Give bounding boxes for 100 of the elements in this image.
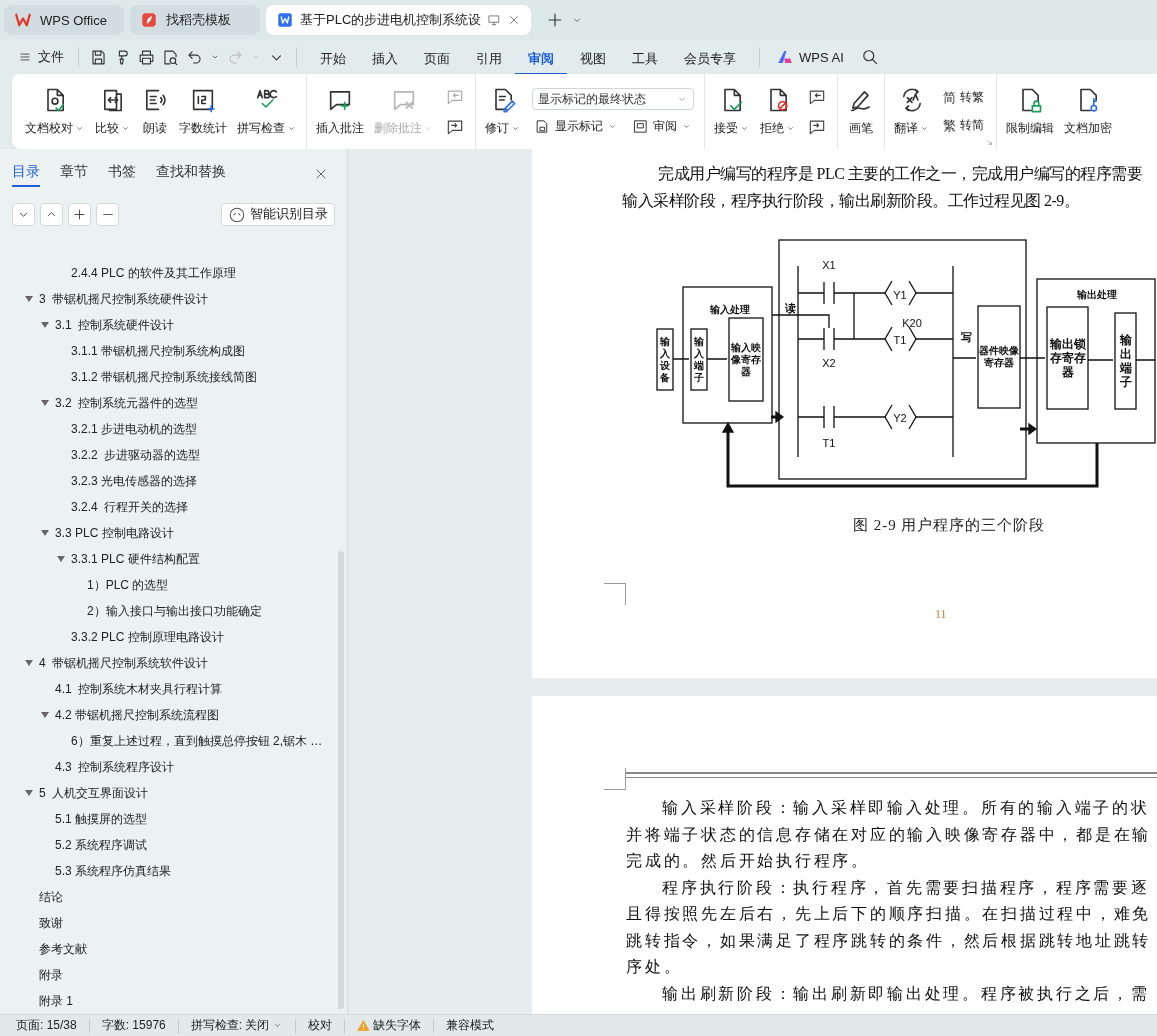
document-tab[interactable]: WPS Office	[4, 5, 124, 35]
status-item[interactable]: 校对	[308, 1017, 333, 1034]
expand-triangle-icon[interactable]	[56, 554, 66, 564]
monitor-icon[interactable]	[487, 13, 502, 27]
expand-triangle-icon[interactable]	[40, 398, 50, 408]
outline-item[interactable]: 3.2 控制系统元器件的选型	[0, 390, 347, 416]
expand-triangle-icon[interactable]	[24, 788, 34, 798]
ribbon-tab[interactable]: 视图	[567, 43, 619, 75]
ribbon-tab[interactable]: 插入	[359, 43, 411, 75]
pane-tab[interactable]: 章节	[60, 160, 88, 187]
outline-item[interactable]: 3.2.4 行程开关的选择	[0, 494, 347, 520]
toolbar-button[interactable]: 翻译	[891, 82, 933, 141]
body-text-line: 完成用户编写的程序是 PLC 主要的工作之一，完成用户编写的程序需要	[657, 164, 1144, 184]
body-text-line: 并将端子状态的信息存储在对应的输入映像寄存器中，都是在输	[626, 824, 1152, 845]
outline-item[interactable]: 3.1 控制系统硬件设计	[0, 312, 347, 338]
outline-item[interactable]: 3.2.3 光电传感器的选择	[0, 468, 347, 494]
crop-mark	[604, 768, 626, 790]
ribbon-tab[interactable]: 会员专享	[671, 43, 749, 75]
page-number: 11	[935, 607, 947, 622]
expand-triangle-icon[interactable]	[40, 710, 50, 720]
outline-item[interactable]: 3.1.1 带锯机摇尺控制系统构成图	[0, 338, 347, 364]
markup-mode-dropdown[interactable]: 显示标记的最终状态	[532, 88, 694, 110]
toolbar-button[interactable]: 插入批注	[313, 82, 367, 141]
expand-triangle-icon[interactable]	[40, 320, 50, 330]
file-menu-button[interactable]: 文件	[14, 48, 68, 66]
toolbar-button[interactable]: 画笔	[844, 82, 878, 141]
body-text-line: 跳转指令，如果满足了程序跳转的条件，然后根据跳转地址跳转	[626, 930, 1152, 951]
toolbar-button[interactable]: 显示标记	[532, 118, 620, 135]
ribbon-tab[interactable]: 开始	[307, 43, 359, 75]
diagram-label: Y2	[893, 412, 907, 424]
outline-item[interactable]: 结论	[0, 884, 347, 910]
crop-mark	[604, 583, 626, 605]
expand-triangle-icon[interactable]	[40, 528, 50, 538]
wps-ai-button[interactable]: WPS AI	[770, 47, 850, 67]
toolbar-button[interactable]: 审阅	[630, 118, 694, 135]
outline-item[interactable]: 3 带锯机摇尺控制系统硬件设计	[0, 286, 347, 312]
status-item[interactable]: 缺失字体	[357, 1017, 422, 1034]
promote-button[interactable]	[68, 203, 91, 226]
outline-item[interactable]: 2.4.4 PLC 的软件及其工作原理	[0, 260, 347, 286]
toolbar-button[interactable]: 限制编辑	[1003, 82, 1057, 141]
toolbar-button[interactable]: 修订	[482, 82, 524, 141]
expand-triangle-icon[interactable]	[24, 294, 34, 304]
outline-item[interactable]: 4.2 带锯机摇尺控制系统流程图	[0, 702, 347, 728]
pane-tab[interactable]: 书签	[108, 160, 136, 187]
body-text-line: 输入采样阶段：输入采样即输入处理。所有的输入端子的状	[661, 798, 1151, 818]
status-item[interactable]: 字数: 15976	[101, 1017, 166, 1034]
diagram-label: 输出处理	[1077, 289, 1117, 300]
toolbar-button[interactable]: 比较	[92, 82, 134, 141]
outline-item[interactable]: 4.3 控制系统程序设计	[0, 754, 347, 780]
pane-tab[interactable]: 查找和替换	[156, 160, 226, 187]
outline-item[interactable]: 参考文献	[0, 936, 347, 962]
warning-icon	[357, 1019, 371, 1032]
diagram-label: T1	[893, 334, 907, 346]
outline-item[interactable]: 3.2.2 步进驱动器的选型	[0, 442, 347, 468]
toolbar-button[interactable]: 接受	[711, 82, 753, 141]
outline-item[interactable]: 5.3 系统程序仿真结果	[0, 858, 347, 884]
toolbar-button[interactable]: 拼写检查	[234, 82, 300, 141]
ribbon-tab[interactable]: 页面	[411, 43, 463, 75]
expand-triangle-icon[interactable]	[24, 658, 34, 668]
toolbar-button[interactable]: 拒绝	[757, 82, 799, 141]
outline-item[interactable]: 3.3.1 PLC 硬件结构配置	[0, 546, 347, 572]
outline-item[interactable]: 附录	[0, 962, 347, 988]
status-item[interactable]: 兼容模式	[446, 1017, 495, 1034]
diagram-label: Y1	[893, 289, 907, 301]
outline-item[interactable]: 5.2 系统程序调试	[0, 832, 347, 858]
smart-outline-icon	[228, 205, 246, 224]
status-item[interactable]: 页面: 15/38	[16, 1017, 77, 1034]
outline-item[interactable]: 3.3 PLC 控制电路设计	[0, 520, 347, 546]
diagram-block-label: 输出锁存寄存器	[1049, 337, 1086, 379]
pane-tab[interactable]: 目录	[12, 160, 40, 187]
toolbar-button[interactable]: 朗读	[138, 82, 172, 141]
convert-button[interactable]: 繁 转简	[941, 116, 986, 135]
outline-item[interactable]: 5.1 触摸屏的选型	[0, 806, 347, 832]
outline-item[interactable]: 附录 1	[0, 988, 347, 1014]
convert-button[interactable]: 简 转繁	[941, 88, 986, 107]
outline-item[interactable]: 5 人机交互界面设计	[0, 780, 347, 806]
diagram-block-label: 输入端子	[694, 335, 704, 383]
body-text-line: 输出刷新阶段：输出刷新即输出处理。程序被执行之后，需	[661, 983, 1151, 1004]
outline-item[interactable]: 4 带锯机摇尺控制系统软件设计	[0, 650, 347, 676]
document-tab[interactable]: 找稻壳模板	[130, 5, 260, 35]
ribbon-tab[interactable]: 工具	[619, 43, 671, 75]
button-label: 转简	[960, 117, 984, 134]
outline-item[interactable]: 2）输入接口与输出接口功能确定	[0, 598, 347, 624]
body-text-line: 且得按照先左后右，先上后下的顺序扫描。在扫描过程中，难免	[626, 904, 1152, 924]
toolbar-button[interactable]: 文档校对	[22, 82, 88, 141]
toolbar-button[interactable]: 文档加密	[1061, 82, 1115, 141]
outline-item[interactable]: 3.2.1 步进电动机的选型	[0, 416, 347, 442]
outline-item[interactable]: 致谢	[0, 910, 347, 936]
outline-item[interactable]: 1）PLC 的选型	[0, 572, 347, 598]
body-text-line: 程序执行阶段：执行程序，首先需要扫描程序，程序需要逐	[661, 877, 1151, 898]
document-tab[interactable]: 基于PLC的步进电机控制系统设	[266, 5, 532, 35]
outline-item[interactable]: 3.3.2 PLC 控制原理电路设计	[0, 624, 347, 650]
toolbar-button[interactable]: 字数统计	[176, 82, 230, 141]
diagram-label: 读	[784, 302, 796, 314]
smart-toc-button[interactable]: 智能识别目录	[221, 203, 335, 226]
outline-item[interactable]: 4.1 控制系统木材夹具行程计算	[0, 676, 347, 702]
outline-item[interactable]: 6）重复上述过程，直到触摸总停按钮 2,锯木 …	[0, 728, 347, 754]
ribbon-tab[interactable]: 引用	[463, 43, 515, 75]
status-item[interactable]: 拼写检查: 关闭	[190, 1017, 284, 1034]
outline-item[interactable]: 3.1.2 带锯机摇尺控制系统接线简图	[0, 364, 347, 390]
